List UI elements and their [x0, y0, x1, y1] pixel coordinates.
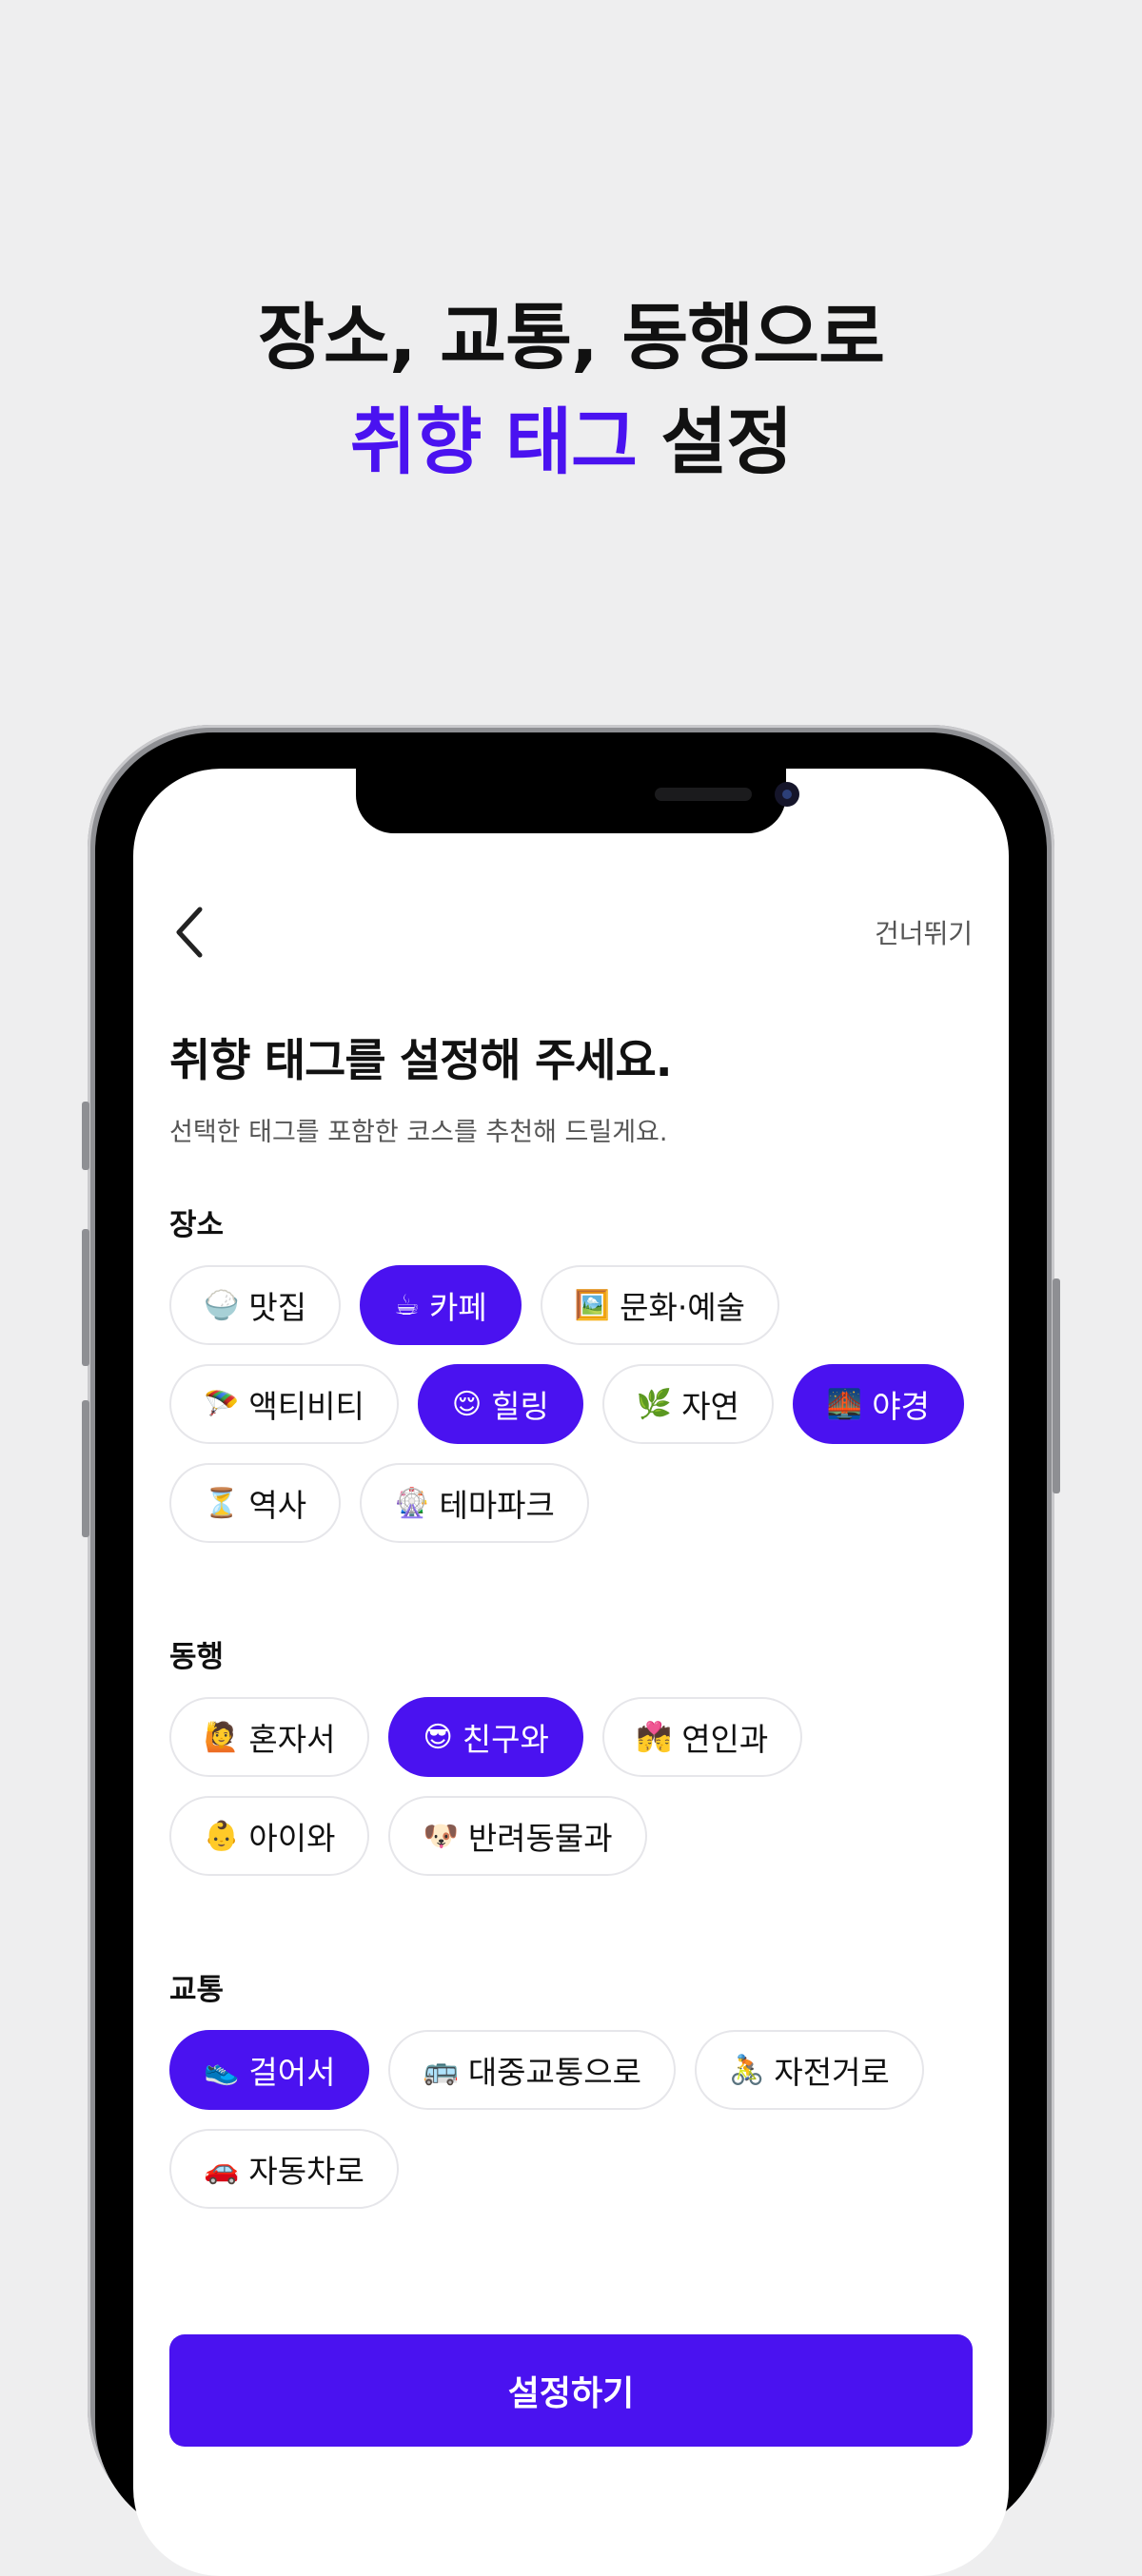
- section-label-companion: 동행: [169, 1640, 225, 1674]
- mute-switch: [82, 1102, 89, 1170]
- tag-label: 맛집: [248, 1289, 307, 1326]
- tag-label: 연인과: [681, 1721, 769, 1758]
- speaker: [655, 788, 752, 801]
- submit-button[interactable]: 설정하기: [169, 2334, 973, 2447]
- tag-chip[interactable]: 🎡 테마파크: [360, 1463, 589, 1543]
- tag-chip[interactable]: 🙋 혼자서: [169, 1697, 370, 1777]
- tag-chip[interactable]: 🌿 자연: [601, 1364, 774, 1444]
- tag-emoji-icon: 🐶: [423, 1819, 459, 1853]
- headline-accent: 취향 태그: [349, 400, 638, 484]
- headline-line2: 취향 태그 설정: [0, 390, 1142, 495]
- phone-screen: 건너뛰기 취향 태그를 설정해 주세요. 선택한 태그를 포함한 코스를 추천해…: [133, 769, 1009, 2576]
- section-label-place: 장소: [169, 1208, 225, 1242]
- camera-icon: [775, 782, 799, 807]
- tag-emoji-icon: 🎡: [394, 1486, 430, 1520]
- tag-label: 자연: [681, 1388, 739, 1425]
- tag-label: 문화·예술: [620, 1289, 746, 1326]
- tag-label: 테마파크: [439, 1487, 555, 1524]
- transport-tag-list: 👟 걸어서 🚌 대중교통으로 🚴 자전거로 🚗 자동차로: [169, 2030, 988, 2209]
- tag-chip[interactable]: ☕ 카페: [360, 1265, 522, 1345]
- tag-chip[interactable]: 💏 연인과: [601, 1697, 803, 1777]
- skip-link[interactable]: 건너뛰기: [875, 913, 973, 951]
- tag-chip[interactable]: 🚗 자동차로: [169, 2129, 399, 2209]
- tag-label: 액티비티: [248, 1388, 364, 1425]
- tag-chip[interactable]: 🌉 야경: [792, 1364, 965, 1444]
- tag-emoji-icon: ⏳: [204, 1486, 240, 1520]
- tag-label: 자동차로: [248, 2153, 364, 2190]
- page-subtitle: 선택한 태그를 포함한 코스를 추천해 드릴게요.: [169, 1118, 668, 1147]
- tag-emoji-icon: 🖼️: [574, 1288, 611, 1322]
- tag-emoji-icon: 🪂: [204, 1387, 240, 1421]
- tag-label: 대중교통으로: [467, 2054, 641, 2091]
- power-button: [1053, 1278, 1060, 1493]
- tag-chip[interactable]: 😎 친구와: [388, 1697, 583, 1777]
- tag-chip[interactable]: 🚴 자전거로: [694, 2030, 924, 2110]
- tag-label: 반려동물과: [467, 1820, 613, 1857]
- tag-chip[interactable]: 🚌 대중교통으로: [388, 2030, 676, 2110]
- tag-label: 야경: [872, 1388, 931, 1425]
- promo-headline: 장소, 교통, 동행으로 취향 태그 설정: [0, 285, 1142, 495]
- tag-emoji-icon: 👶: [204, 1819, 240, 1853]
- page-title: 취향 태그를 설정해 주세요.: [169, 1035, 673, 1087]
- tag-label: 역사: [248, 1487, 307, 1524]
- tag-emoji-icon: 👟: [204, 2053, 240, 2087]
- tag-label: 친구와: [462, 1721, 549, 1758]
- companion-tag-list: 🙋 혼자서 😎 친구와 💏 연인과 👶 아이와 🐶 반려동물과: [169, 1697, 988, 1876]
- notch: [356, 769, 799, 833]
- tag-chip[interactable]: 👟 걸어서: [169, 2030, 370, 2110]
- tag-emoji-icon: ☕: [394, 1288, 420, 1322]
- tag-label: 힐링: [491, 1388, 549, 1425]
- tag-emoji-icon: 💏: [636, 1720, 673, 1754]
- tag-chip[interactable]: 😌 힐링: [417, 1364, 583, 1444]
- tag-emoji-icon: 🙋: [204, 1720, 240, 1754]
- section-label-transport: 교통: [169, 1973, 225, 2007]
- tag-label: 카페: [429, 1289, 487, 1326]
- place-tag-list: 🍚 맛집 ☕ 카페 🖼️ 문화·예술 🪂 액티비티 😌 힐링 🌿 자연 🌉 야경 ⏳ 역사 🎡 테마파크: [169, 1265, 988, 1543]
- tag-emoji-icon: 🚴: [728, 2053, 765, 2087]
- tag-emoji-icon: 🚗: [204, 2152, 240, 2186]
- tag-chip[interactable]: 🖼️ 문화·예술: [540, 1265, 780, 1345]
- tag-label: 걸어서: [248, 2054, 336, 2091]
- tag-chip[interactable]: 🐶 반려동물과: [388, 1796, 647, 1876]
- tag-emoji-icon: 🚌: [423, 2053, 459, 2087]
- tag-chip[interactable]: ⏳ 역사: [169, 1463, 342, 1543]
- tag-emoji-icon: 😎: [423, 1720, 453, 1754]
- tag-chip[interactable]: 🪂 액티비티: [169, 1364, 399, 1444]
- chevron-left-icon: [176, 907, 203, 958]
- tag-label: 자전거로: [774, 2054, 890, 2091]
- tag-label: 아이와: [248, 1820, 336, 1857]
- tag-emoji-icon: 🌉: [826, 1387, 863, 1421]
- tag-emoji-icon: 🍚: [204, 1288, 240, 1322]
- volume-down-button: [82, 1400, 89, 1537]
- headline-line1: 장소, 교통, 동행으로: [257, 295, 885, 380]
- tag-emoji-icon: 🌿: [636, 1387, 673, 1421]
- back-button[interactable]: [169, 902, 211, 963]
- tag-emoji-icon: 😌: [451, 1387, 482, 1421]
- tag-label: 혼자서: [248, 1721, 336, 1758]
- tag-chip[interactable]: 🍚 맛집: [169, 1265, 342, 1345]
- headline-rest: 설정: [660, 400, 793, 484]
- tag-chip[interactable]: 👶 아이와: [169, 1796, 370, 1876]
- volume-up-button: [82, 1229, 89, 1366]
